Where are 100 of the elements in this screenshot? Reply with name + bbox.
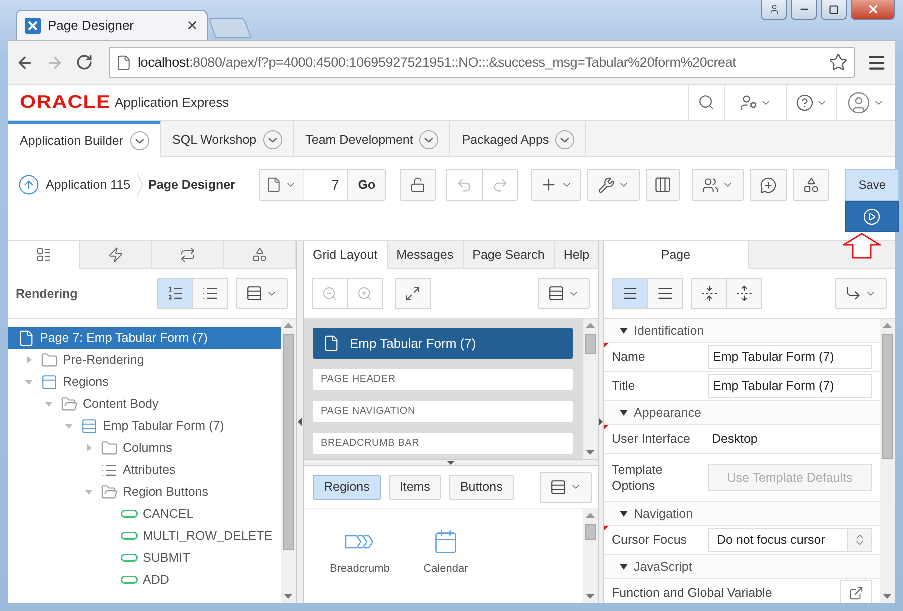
gallery-tab[interactable]: Items <box>388 474 442 500</box>
utilities-button[interactable] <box>587 169 640 201</box>
scroll-thumb[interactable] <box>882 334 893 459</box>
property-label: Template Options <box>612 462 664 494</box>
shapes-icon <box>802 176 820 194</box>
property-label: Function and Global Variable <box>612 585 772 601</box>
text-field[interactable]: Emp Tabular Form (7) <box>708 374 872 398</box>
pill-icon <box>121 532 138 540</box>
breadcrumb-link[interactable]: Application 115 <box>46 178 131 192</box>
maximize-icon <box>829 4 839 14</box>
unlock-button[interactable] <box>400 169 436 201</box>
tree-item[interactable]: CANCEL <box>8 503 281 525</box>
page-selector[interactable]: 7 Go <box>259 169 386 201</box>
dense-lines-icon <box>656 285 674 302</box>
property-label: Cursor Focus <box>612 532 688 548</box>
browser-tab[interactable]: Page Designer <box>16 10 208 40</box>
gallery-tab[interactable]: Regions <box>313 474 381 500</box>
collapse-left-icon[interactable] <box>298 418 302 426</box>
menu-button[interactable] <box>538 278 590 309</box>
team-button[interactable] <box>692 169 744 201</box>
profile-button[interactable] <box>761 0 787 20</box>
group-header[interactable]: JavaScript <box>604 555 880 579</box>
go-to-group-button[interactable] <box>835 278 887 309</box>
close-button[interactable] <box>851 0 895 20</box>
group-title: JavaScript <box>634 560 692 574</box>
expand-all-button[interactable] <box>726 278 762 309</box>
view-toggle[interactable] <box>157 278 193 309</box>
layout-position[interactable]: BREADCRUMB BAR <box>313 433 573 454</box>
rows-icon <box>246 285 263 302</box>
scroll-thumb[interactable] <box>585 524 596 540</box>
run-button[interactable] <box>845 201 900 232</box>
page-menu-button[interactable] <box>260 170 304 200</box>
menu-button[interactable] <box>236 278 288 309</box>
tree-item[interactable]: SUBMIT <box>8 547 281 569</box>
external-link-icon <box>848 586 864 600</box>
tree-item[interactable]: Content Body <box>8 393 281 415</box>
app-logo-icon <box>25 18 41 34</box>
scroll-thumb[interactable] <box>283 334 294 550</box>
rows-icon <box>550 478 567 496</box>
group-header[interactable]: Identification <box>604 319 880 343</box>
open-folder-icon <box>101 484 118 500</box>
scroll-down-icon[interactable] <box>883 594 892 599</box>
scrollbar[interactable] <box>880 319 895 603</box>
layout-position[interactable]: PAGE HEADER <box>313 369 573 390</box>
go-button[interactable]: Go <box>347 170 386 200</box>
scroll-up-icon[interactable] <box>284 323 293 328</box>
panel-tab[interactable]: Grid Layout <box>304 241 388 269</box>
scrollbar[interactable] <box>281 319 296 603</box>
layout-icon <box>36 247 52 263</box>
scroll-up-icon[interactable] <box>586 513 595 518</box>
code-editor-button[interactable] <box>840 580 872 603</box>
menu-button[interactable] <box>540 472 592 502</box>
view-toggle[interactable] <box>192 278 228 309</box>
scroll-down-icon[interactable] <box>284 594 293 599</box>
collapse-all-button[interactable] <box>691 278 727 309</box>
scroll-thumb[interactable] <box>585 334 596 354</box>
group-title: Navigation <box>634 506 694 520</box>
expand-icon <box>405 286 421 302</box>
circle-chevron-icon <box>130 130 150 150</box>
scroll-up-icon[interactable] <box>586 323 595 328</box>
maximize-button[interactable] <box>821 0 847 20</box>
shapes-button[interactable] <box>793 169 830 201</box>
tree-item[interactable]: Regions <box>8 371 281 393</box>
tree-item[interactable]: MULTI_ROW_DELETE <box>8 525 281 547</box>
collapse-icon <box>700 285 718 302</box>
address-bar[interactable]: localhost:8080/apex/f?p=4000:4500:10695927521951::NO:::&success_msg=Tabular%20form%20creat <box>109 47 855 78</box>
save-button[interactable]: Save <box>845 169 900 201</box>
scroll-up-icon[interactable] <box>883 323 892 328</box>
scrollbar[interactable] <box>583 509 598 603</box>
tree-item[interactable]: Page 7: Emp Tabular Form (7) <box>8 327 281 349</box>
columns-icon <box>654 176 672 194</box>
panel-tab[interactable]: Page <box>604 241 749 269</box>
scroll-down-icon[interactable] <box>586 594 595 599</box>
gallery-tab[interactable]: Buttons <box>449 474 514 500</box>
expand-button[interactable] <box>395 278 431 309</box>
scrollbar[interactable] <box>583 319 598 459</box>
tree-item[interactable]: Columns <box>8 437 281 459</box>
gallery-item[interactable]: Calendar <box>412 527 480 575</box>
tree-item[interactable]: Attributes <box>8 459 281 481</box>
panel-tab[interactable] <box>8 241 80 269</box>
shared-components-button[interactable] <box>646 169 680 201</box>
tree-item[interactable]: ADD <box>8 569 281 591</box>
comments-button[interactable] <box>750 169 788 201</box>
tree-item[interactable]: Region Buttons <box>8 481 281 503</box>
page-region[interactable]: Emp Tabular Form (7) <box>313 328 573 359</box>
group-header[interactable]: Navigation <box>604 502 880 526</box>
tree-item[interactable]: Emp Tabular Form (7) <box>8 415 281 437</box>
view-toggle[interactable] <box>647 278 683 309</box>
play-icon <box>863 208 882 226</box>
group-header[interactable]: Appearance <box>604 401 880 425</box>
nav-tab[interactable]: Application Builder <box>8 121 161 157</box>
breadcrumb-link[interactable]: Page Designer <box>148 178 236 192</box>
gallery-item[interactable]: Breadcrumb <box>326 527 394 575</box>
tree-item[interactable]: Pre-Rendering <box>8 349 281 371</box>
scroll-down-icon[interactable] <box>586 450 595 455</box>
layout-position[interactable]: PAGE NAVIGATION <box>313 401 573 422</box>
unlock-icon <box>410 177 426 193</box>
select-field[interactable]: Do not focus cursor <box>708 528 872 552</box>
text-field[interactable]: Emp Tabular Form (7) <box>708 345 872 369</box>
view-toggle[interactable] <box>612 278 648 309</box>
